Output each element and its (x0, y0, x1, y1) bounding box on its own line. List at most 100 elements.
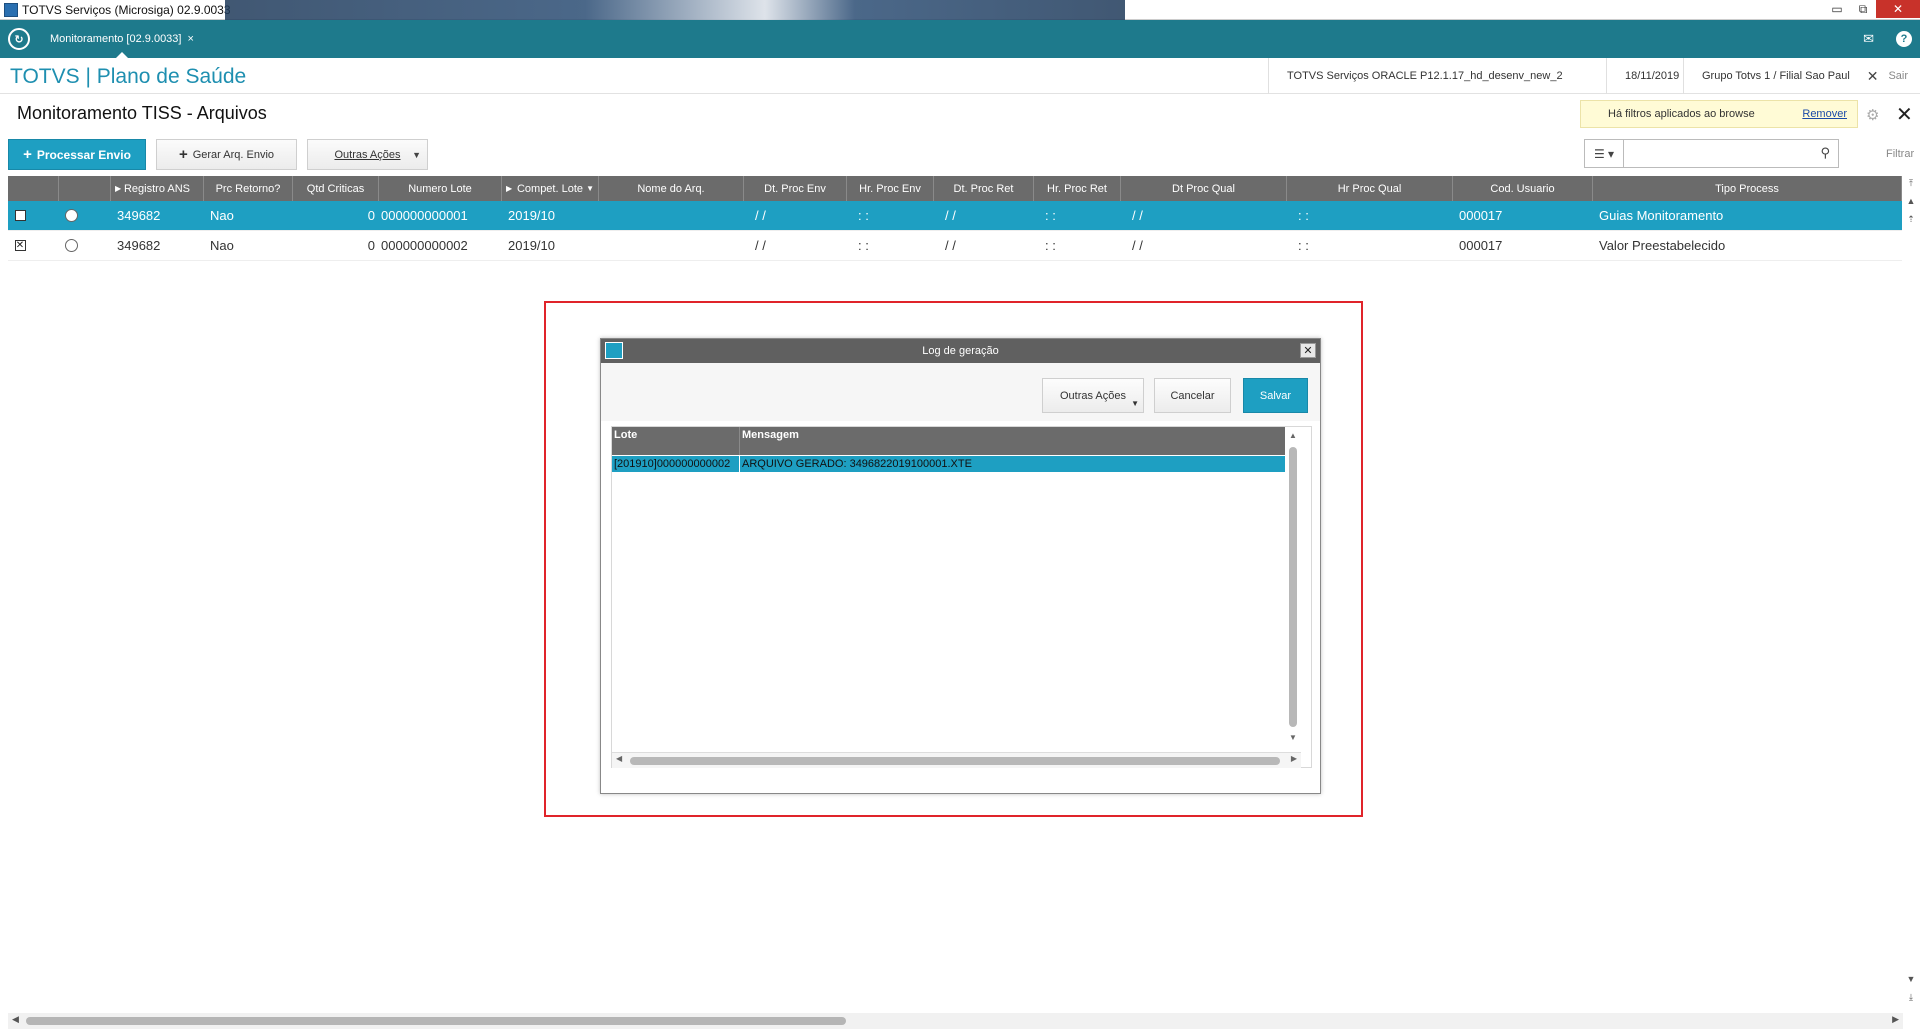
magnifier-icon[interactable]: ⚲ (1820, 145, 1830, 161)
table-row[interactable]: 349682 Nao 0 000000000001 2019/10 / / : … (8, 201, 1902, 231)
row-checkbox-cell[interactable] (8, 201, 32, 231)
scroll-down-icon[interactable]: ▼ (1289, 733, 1297, 742)
row-checkbox-cell[interactable]: ✕ (8, 231, 32, 261)
col-header-dt-proc-env[interactable]: Dt. Proc Env (744, 176, 847, 201)
cell-nome-arq (599, 201, 744, 231)
filter-applied-note: Há filtros aplicados ao browse Remover (1580, 100, 1858, 128)
dialog-save-label: Salvar (1259, 389, 1292, 402)
scroll-down-icon[interactable]: ▼ (1903, 974, 1919, 984)
col-header-dt-proc-ret[interactable]: Dt. Proc Ret (934, 176, 1034, 201)
status-circle-icon (65, 209, 78, 222)
cell-lote: [201910]000000000002 (612, 456, 740, 472)
cell-numero-lote: 000000000001 (381, 208, 468, 223)
col-header-compet-lote[interactable]: ▶ Compet. Lote ▼ (502, 176, 599, 201)
scroll-thumb[interactable] (26, 1017, 846, 1025)
remove-filter-link[interactable]: Remover (1802, 108, 1847, 120)
exit-button[interactable]: ✕ Sair (1867, 58, 1908, 94)
dialog-cancel-button[interactable]: Cancelar (1154, 378, 1231, 413)
log-vertical-scrollbar[interactable]: ▲ ▼ (1285, 427, 1301, 747)
minimize-icon[interactable]: ▭ (1824, 0, 1850, 18)
col-header-lote[interactable]: Lote (612, 427, 740, 455)
col-header-dt-proc-qual[interactable]: Dt Proc Qual (1121, 176, 1287, 201)
window-close-icon[interactable]: ✕ (1876, 0, 1920, 18)
columns-icon: ☰ ▾ (1593, 146, 1615, 161)
dialog-other-actions-button[interactable]: Outras Ações ▼ (1042, 378, 1144, 413)
generate-file-button[interactable]: + Gerar Arq. Envio (156, 139, 297, 170)
cell-tipo-process: Valor Preestabelecido (1599, 238, 1726, 253)
col-header-qtd-criticas[interactable]: Qtd Criticas (293, 176, 379, 201)
col-header-label: Registro ANS (123, 182, 191, 195)
col-header-numero-lote[interactable]: Numero Lote (379, 176, 502, 201)
scroll-bottom-icon[interactable]: ⤓ (1903, 992, 1919, 1003)
cell-registro: 349682 (117, 208, 161, 223)
os-taskbar-shade (225, 0, 1125, 20)
plus-icon: + (23, 146, 32, 163)
cell-cod-usuario: 000017 (1459, 238, 1503, 253)
tab-label: Monitoramento [02.9.0033] (50, 33, 182, 45)
cell-dt-proc-ret: / / (945, 208, 956, 223)
row-status-cell (32, 231, 111, 261)
col-header-nome-arq[interactable]: Nome do Arq. (599, 176, 744, 201)
cell-dt-proc-qual: / / (1132, 208, 1143, 223)
refresh-circle-icon[interactable]: ↻ (8, 28, 30, 50)
row-checkbox[interactable]: ✕ (14, 240, 26, 251)
col-header-status[interactable] (59, 176, 111, 201)
dialog-title-bar: Log de geração ✕ (601, 339, 1320, 363)
table-row[interactable]: ✕ 349682 Nao 0 000000000002 2019/10 / / … (8, 231, 1902, 261)
col-header-prc-retorno[interactable]: Prc Retorno? (204, 176, 293, 201)
cell-hr-proc-ret: : : (1045, 208, 1056, 223)
cell-prc-retorno: Nao (210, 208, 234, 223)
scroll-thumb[interactable] (630, 757, 1280, 765)
restore-icon[interactable]: ⧉ (1850, 0, 1876, 18)
log-grid-header: Lote Mensagem (612, 427, 1285, 455)
table-row[interactable]: [201910]000000000002 ARQUIVO GERADO: 349… (612, 456, 1285, 472)
col-header-tipo-process[interactable]: Tipo Process (1593, 176, 1902, 201)
plus-icon: + (178, 146, 188, 163)
dialog-cancel-label: Cancelar (1170, 389, 1215, 402)
scroll-up-icon[interactable]: ▲ (1289, 431, 1297, 440)
scroll-thumb[interactable] (1289, 447, 1297, 727)
question-icon[interactable]: ? (1896, 31, 1912, 47)
search-box: ⚲ (1623, 139, 1839, 168)
gear-icon[interactable]: ⚙ (1866, 106, 1879, 124)
process-send-button[interactable]: + Processar Envio (8, 139, 146, 170)
close-browse-icon[interactable]: ✕ (1896, 102, 1913, 127)
scroll-up-icon[interactable]: ▲ (1903, 196, 1919, 206)
row-status-cell (32, 201, 111, 231)
scroll-right-icon[interactable]: ▶ (1291, 754, 1297, 763)
cell-numero-lote: 000000000002 (381, 238, 468, 253)
scroll-left-icon[interactable]: ◀ (12, 1014, 19, 1025)
col-header-mensagem[interactable]: Mensagem (740, 427, 1285, 455)
exit-label: Sair (1888, 70, 1908, 82)
grid-horizontal-scrollbar[interactable]: ◀ ▶ (8, 1013, 1903, 1029)
other-actions-label: Outras Ações (334, 148, 401, 161)
cell-hr-proc-ret: : : (1045, 238, 1056, 253)
dialog-other-actions-label: Outras Ações (1059, 389, 1127, 402)
company-label: Grupo Totvs 1 / Filial Sao Paul (1683, 58, 1868, 94)
dialog-save-button[interactable]: Salvar (1243, 378, 1308, 413)
col-header-check[interactable] (8, 176, 59, 201)
envelope-icon[interactable]: ✉ (1863, 31, 1874, 47)
filter-button[interactable]: Filtrar (1886, 148, 1914, 160)
log-horizontal-scrollbar[interactable]: ◀ ▶ (612, 752, 1301, 768)
scroll-left-icon[interactable]: ◀ (616, 754, 622, 763)
cell-prc-retorno: Nao (210, 238, 234, 253)
col-header-hr-proc-qual[interactable]: Hr Proc Qual (1287, 176, 1453, 201)
col-header-cod-usuario[interactable]: Cod. Usuario (1453, 176, 1593, 201)
col-header-registro-ans[interactable]: ▶ Registro ANS (111, 176, 204, 201)
grid-vertical-scrollbar[interactable]: ⤒ ▲ ⇡ ▼ ⤓ (1903, 176, 1919, 1008)
scroll-page-up-icon[interactable]: ⇡ (1903, 214, 1919, 225)
scroll-right-icon[interactable]: ▶ (1892, 1014, 1899, 1025)
triangle-right-icon: ▶ (506, 184, 513, 193)
row-checkbox[interactable] (14, 210, 26, 221)
other-actions-button[interactable]: Outras Ações ▼ (307, 139, 428, 170)
cell-hr-proc-env: : : (858, 238, 869, 253)
dialog-close-icon[interactable]: ✕ (1300, 343, 1316, 358)
column-config-button[interactable]: ☰ ▾ (1584, 139, 1624, 168)
col-header-hr-proc-ret[interactable]: Hr. Proc Ret (1034, 176, 1121, 201)
tab-monitoramento[interactable]: Monitoramento [02.9.0033] × (44, 20, 200, 58)
col-header-hr-proc-env[interactable]: Hr. Proc Env (847, 176, 934, 201)
search-input[interactable] (1630, 140, 1810, 166)
scroll-top-icon[interactable]: ⤒ (1903, 178, 1919, 189)
tab-close-icon[interactable]: × (187, 33, 193, 45)
